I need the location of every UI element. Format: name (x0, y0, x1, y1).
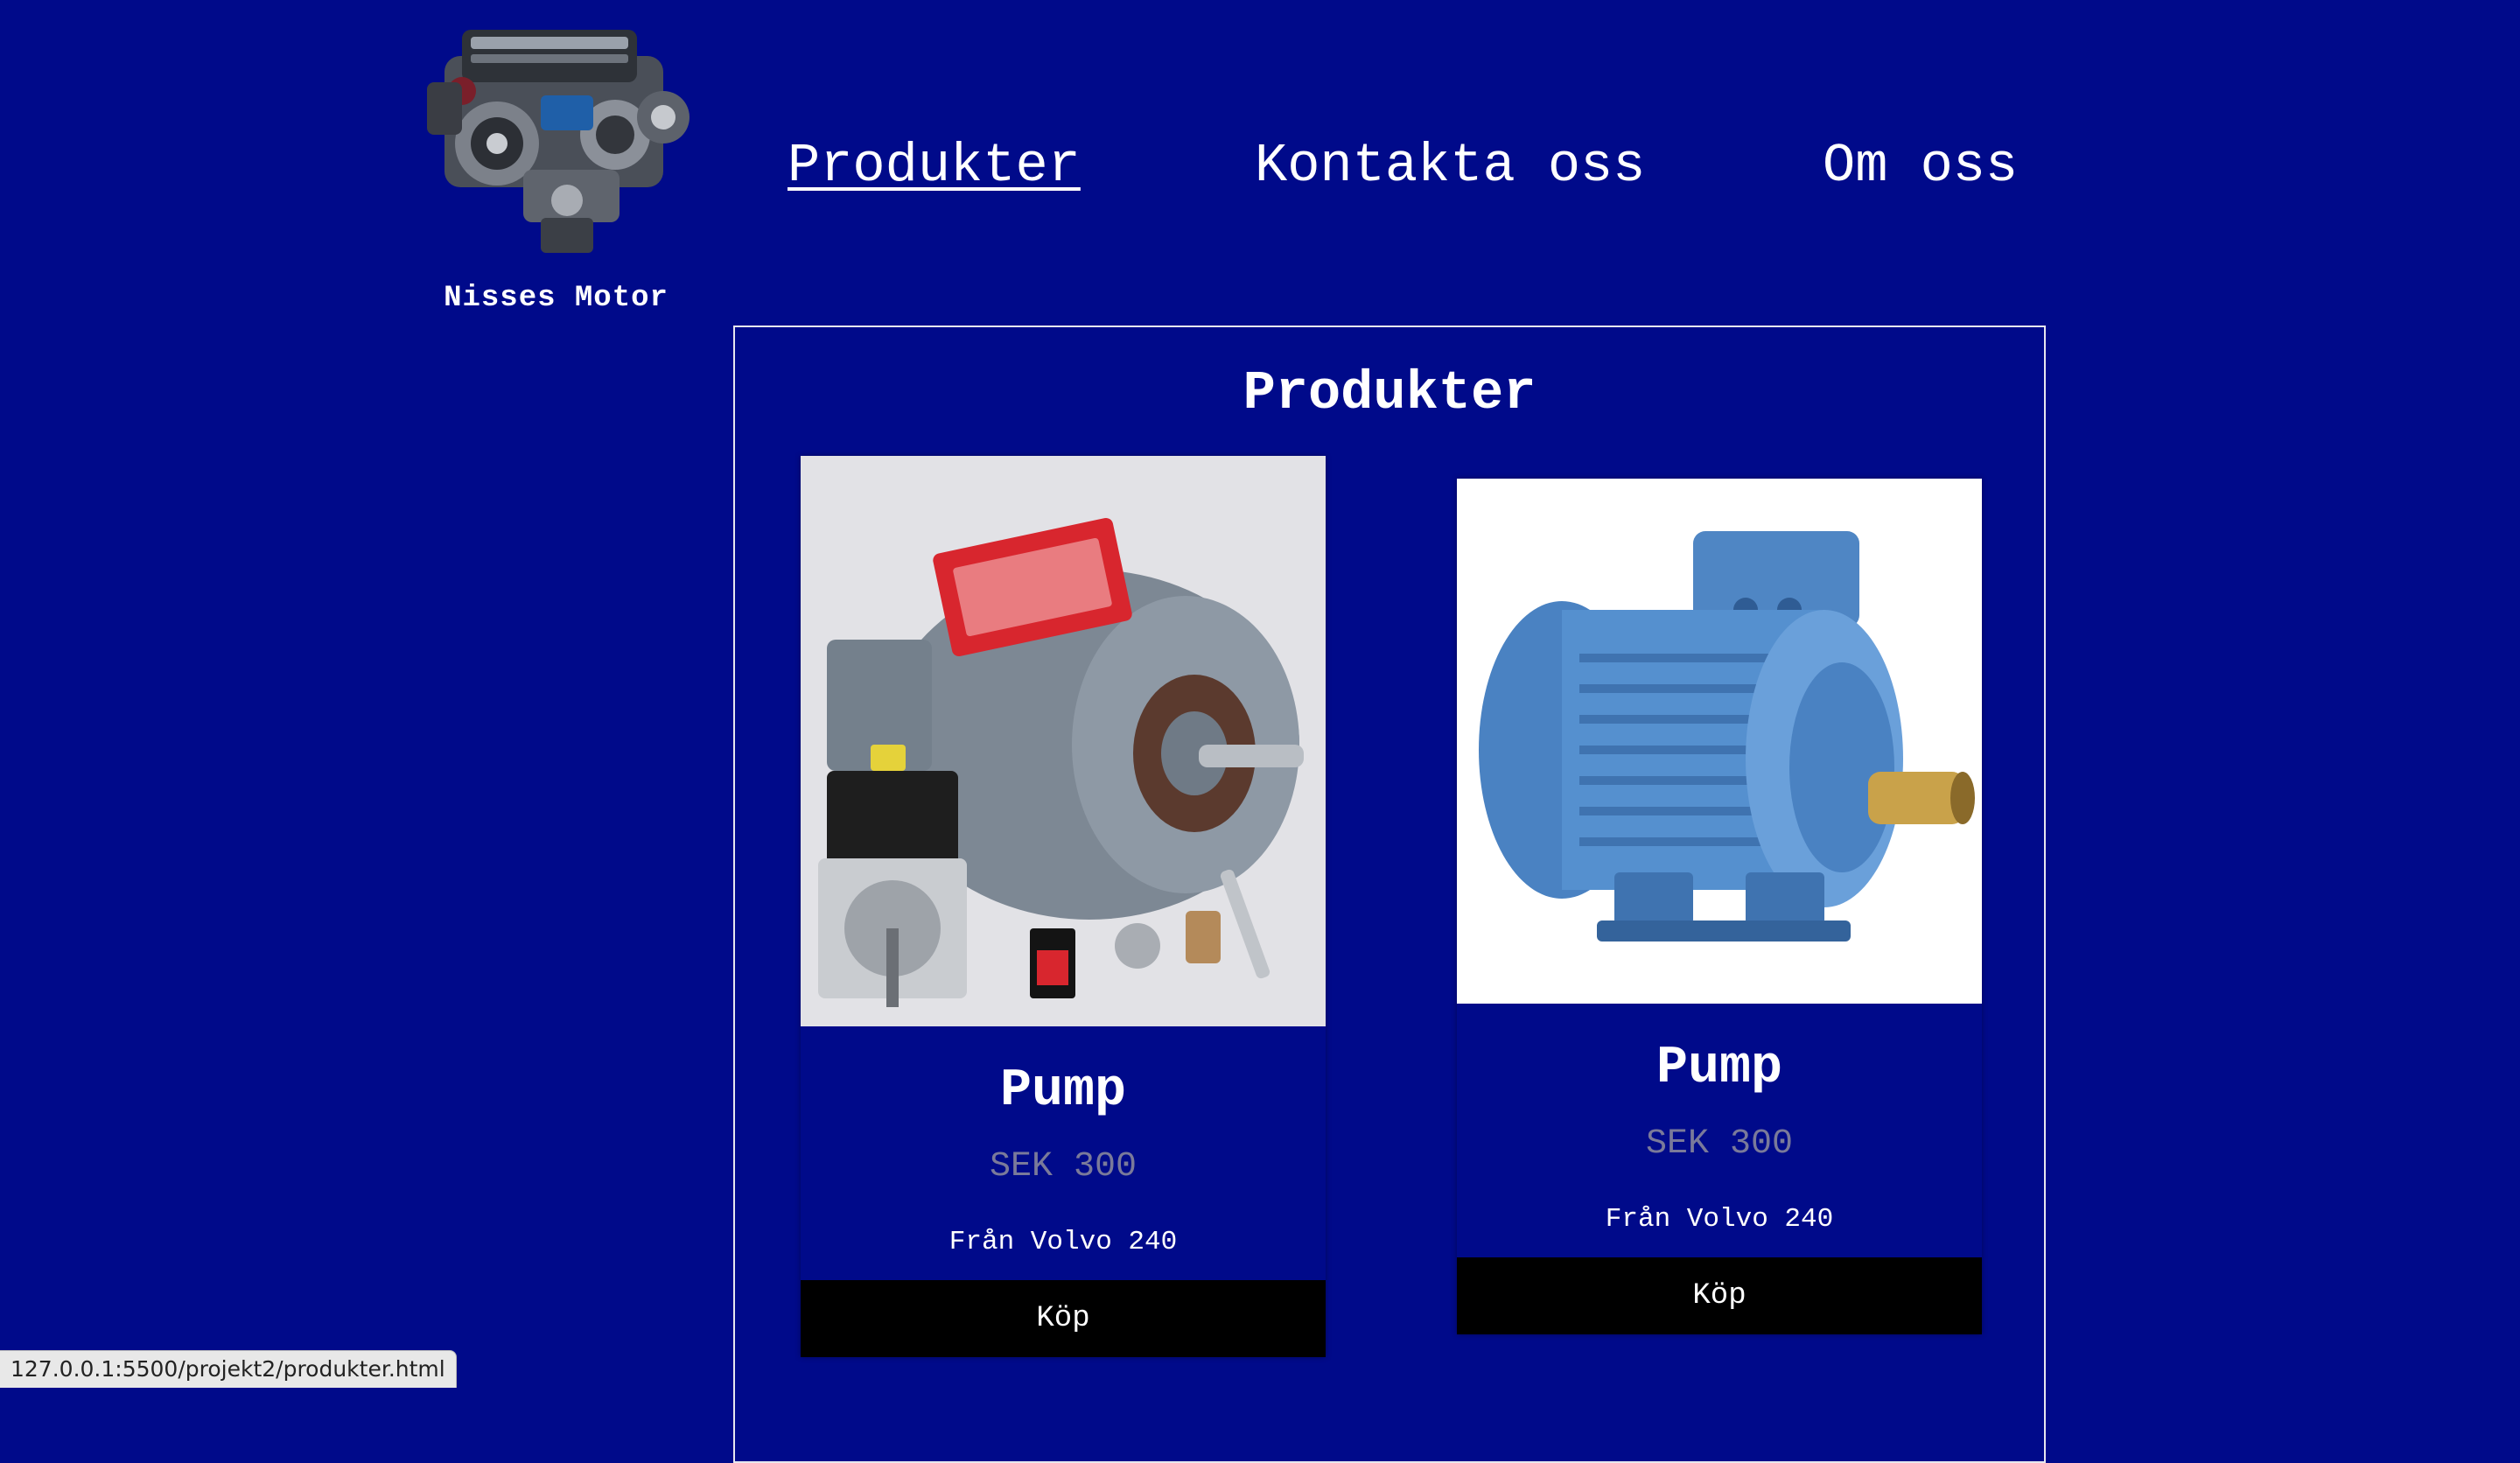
buy-button[interactable]: Köp (801, 1280, 1326, 1357)
grey-electric-motor-photo[interactable] (801, 456, 1326, 1026)
engine-logo-icon[interactable] (410, 12, 703, 266)
product-card: Pump SEK 300 Från Volvo 240 Köp (1457, 479, 1982, 1334)
product-name: Pump (1656, 1039, 1783, 1098)
brand-logo-block[interactable]: Nisses Motor (410, 12, 703, 315)
nav-link-kontakta-oss[interactable]: Kontakta oss (1255, 131, 1645, 201)
product-card: Pump SEK 300 Från Volvo 240 Köp (801, 456, 1326, 1357)
nav-link-produkter[interactable]: Produkter (788, 131, 1081, 201)
product-price: SEK 300 (989, 1147, 1138, 1186)
product-description: Från Volvo 240 (1605, 1204, 1834, 1235)
products-panel: Produkter Pump SEK 300 Från Volvo 240 Kö… (733, 326, 2046, 1463)
product-name: Pump (999, 1061, 1127, 1121)
product-price: SEK 300 (1645, 1124, 1794, 1164)
page-title: Produkter (1242, 362, 1536, 424)
buy-button[interactable]: Köp (1457, 1257, 1982, 1334)
blue-electric-motor-photo[interactable] (1457, 479, 1982, 1004)
brand-name: Nisses Motor (444, 282, 668, 315)
nav-link-om-oss[interactable]: Om oss (1823, 131, 2018, 201)
status-bar-url: 127.0.0.1:5500/projekt2/produkter.html (0, 1350, 457, 1388)
product-description: Från Volvo 240 (948, 1227, 1178, 1257)
